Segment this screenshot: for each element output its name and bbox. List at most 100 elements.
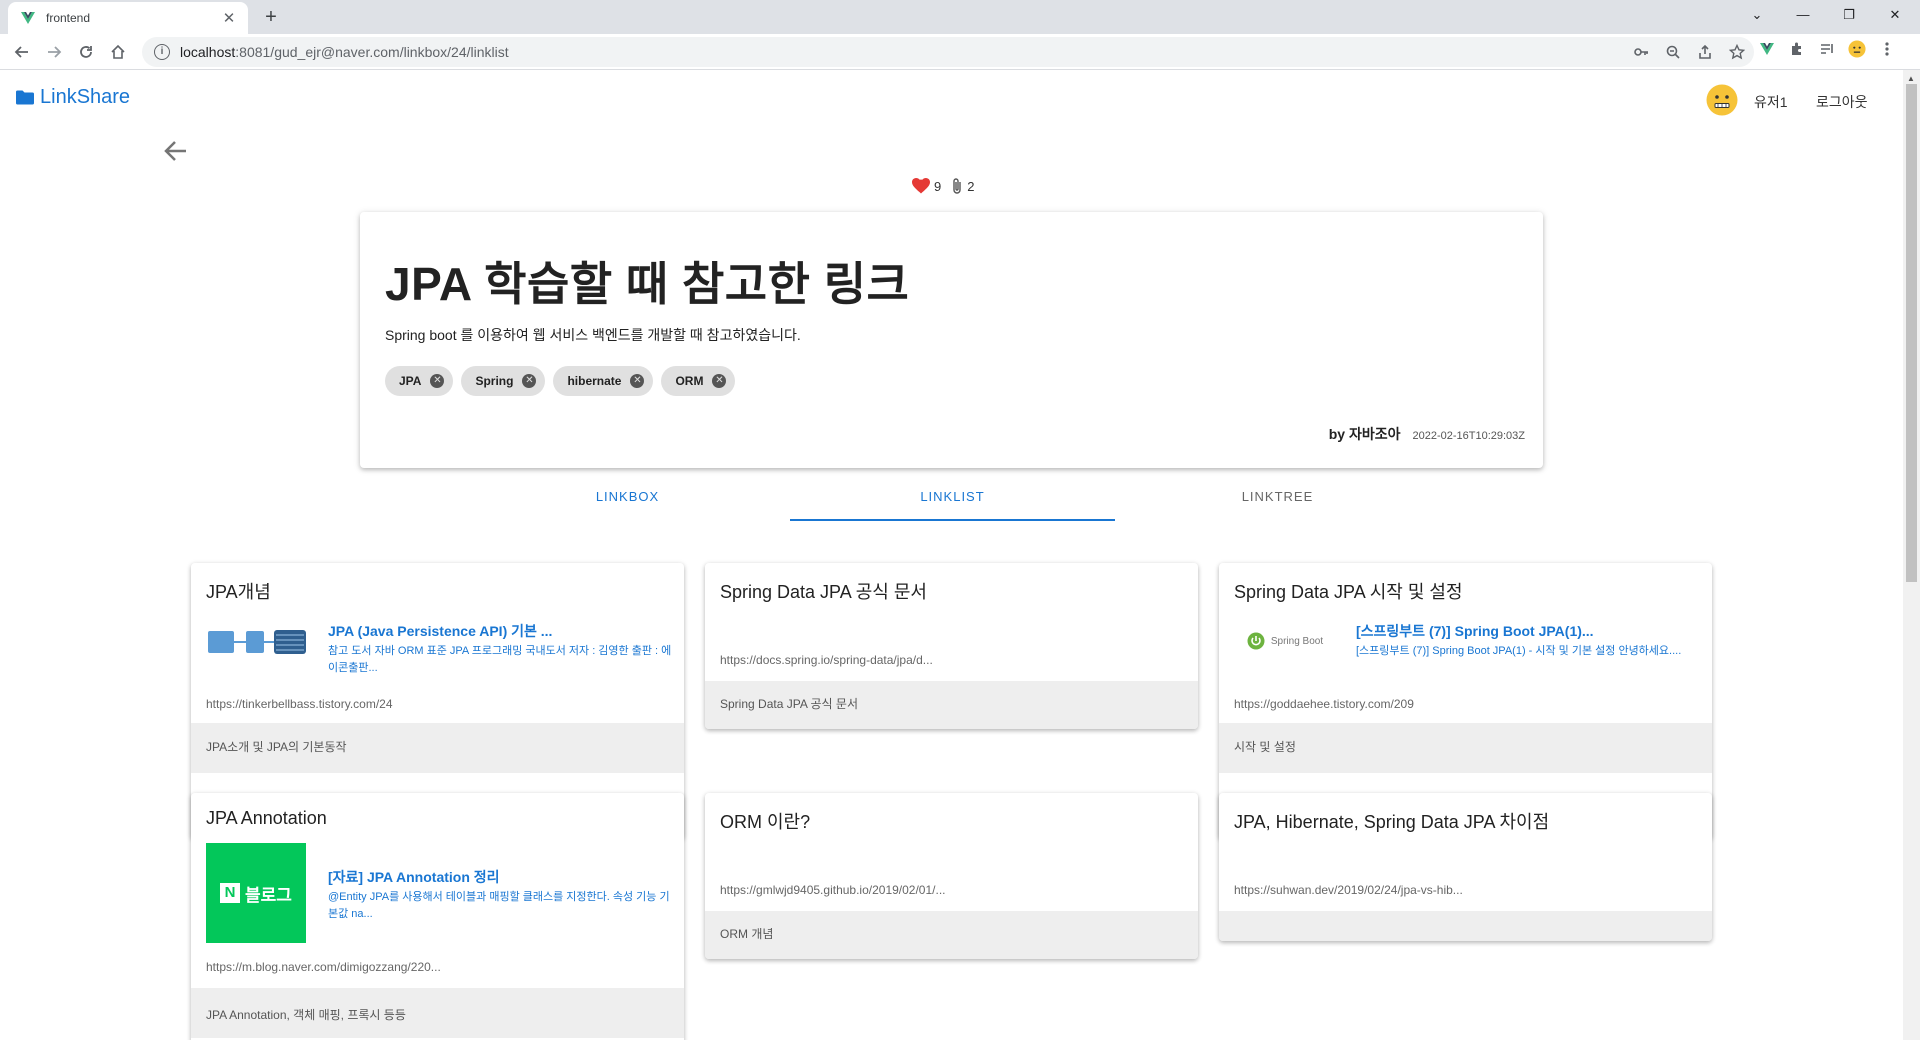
forward-nav-icon[interactable] — [42, 40, 66, 64]
vue-devtools-icon[interactable] — [1758, 40, 1776, 58]
tag-chip[interactable]: Spring ✕ — [461, 366, 546, 396]
app-logo[interactable]: LinkShare — [16, 86, 130, 109]
link-url[interactable]: https://suhwan.dev/2019/02/24/jpa-vs-hib… — [1234, 883, 1463, 897]
vue-favicon-icon — [21, 12, 35, 24]
user-name[interactable]: 유저1 — [1754, 92, 1788, 112]
browser-toolbar: i localhost:8081/gud_ejr@naver.com/linkb… — [0, 34, 1920, 70]
tag-chip[interactable]: ORM ✕ — [661, 366, 736, 396]
close-circle-icon[interactable]: ✕ — [430, 374, 445, 388]
view-tabs: LINKBOX LINKLIST LINKTREE — [465, 473, 1438, 521]
link-memo: JPA Annotation, 객체 매핑, 프록시 등등 — [191, 988, 684, 1038]
folder-icon — [16, 90, 34, 105]
restore-icon[interactable]: ❐ — [1826, 0, 1872, 30]
link-url[interactable]: https://m.blog.naver.com/dimigozzang/220… — [206, 960, 441, 974]
url-path: :8081/gud_ejr@naver.com/linkbox/24/linkl… — [235, 44, 509, 60]
linkbox-title: JPA 학습할 때 참고한 링크 — [385, 258, 910, 310]
bookmark-star-icon[interactable] — [1728, 43, 1746, 61]
preview-title: JPA (Java Persistence API) 기본 ... — [328, 623, 553, 639]
user-avatar[interactable] — [1706, 84, 1738, 116]
link-card[interactable]: JPA Annotation N 블로그 [자료] JPA Annotation… — [191, 793, 684, 1040]
like-count: 9 — [934, 178, 942, 194]
tag-chip[interactable]: JPA ✕ — [385, 366, 454, 396]
link-memo: JPA소개 및 JPA의 기본동작 — [191, 723, 684, 773]
logout-button[interactable]: 로그아웃 — [1816, 92, 1868, 112]
close-circle-icon[interactable]: ✕ — [712, 374, 727, 388]
tab-linktree[interactable]: LINKTREE — [1115, 473, 1440, 521]
link-memo: 시작 및 설정 — [1219, 723, 1712, 773]
zoom-icon[interactable] — [1664, 43, 1682, 61]
key-icon[interactable] — [1632, 43, 1650, 61]
preview-thumbnail: Spring Boot — [1234, 621, 1336, 661]
link-url[interactable]: https://tinkerbellbass.tistory.com/24 — [206, 697, 393, 711]
preview-thumbnail: N 블로그 — [206, 843, 306, 943]
page-scrollbar[interactable]: ▲ — [1903, 70, 1920, 1040]
address-bar[interactable]: i localhost:8081/gud_ejr@naver.com/linkb… — [142, 37, 1754, 67]
linkbox-stats: 9 2 — [912, 177, 984, 195]
active-tab-indicator — [790, 519, 1115, 521]
tag-label: Spring — [475, 374, 514, 388]
reading-list-icon[interactable] — [1818, 40, 1836, 58]
share-icon[interactable] — [1696, 43, 1714, 61]
url-host: localhost — [180, 44, 236, 60]
scrollbar-thumb[interactable] — [1906, 84, 1917, 582]
linkbox-description: Spring boot 를 이용하여 웹 서비스 백엔드를 개발할 때 참고하였… — [385, 327, 801, 343]
back-arrow-icon[interactable] — [160, 135, 192, 167]
linkbox-author[interactable]: by 자바조아 — [1329, 424, 1401, 444]
close-circle-icon[interactable]: ✕ — [630, 374, 645, 388]
link-title[interactable]: ORM 이란? — [720, 808, 810, 834]
tag-list: JPA ✕ Spring ✕ hibernate ✕ ORM ✕ — [385, 366, 736, 396]
close-window-icon[interactable]: ✕ — [1872, 0, 1918, 30]
home-icon[interactable] — [106, 40, 130, 64]
link-count: 2 — [967, 178, 975, 194]
linkbox-date: 2022-02-16T10:29:03Z — [1412, 430, 1525, 442]
site-info-icon[interactable]: i — [154, 44, 170, 60]
tab-title: frontend — [46, 11, 91, 25]
tab-close-icon[interactable]: ✕ — [220, 9, 238, 27]
link-url[interactable]: https://docs.spring.io/spring-data/jpa/d… — [720, 653, 933, 667]
link-memo — [1219, 911, 1712, 941]
close-circle-icon[interactable]: ✕ — [522, 374, 537, 388]
link-url[interactable]: https://gmlwjd9405.github.io/2019/02/01/… — [720, 883, 946, 897]
tag-chip[interactable]: hibernate ✕ — [553, 366, 654, 396]
thumbnail-caption: Spring Boot — [1270, 635, 1324, 647]
app-bar: LinkShare 유저1 로그아웃 — [0, 70, 1903, 134]
link-url[interactable]: https://goddaehee.tistory.com/209 — [1234, 697, 1414, 711]
spring-boot-logo-icon — [1247, 632, 1265, 650]
paperclip-icon — [953, 178, 961, 194]
link-title[interactable]: Spring Data JPA 시작 및 설정 — [1234, 578, 1463, 604]
scroll-up-arrow-icon[interactable]: ▲ — [1907, 74, 1915, 83]
link-title[interactable]: JPA, Hibernate, Spring Data JPA 차이점 — [1234, 808, 1549, 834]
link-card[interactable]: ORM 이란? https://gmlwjd9405.github.io/201… — [705, 793, 1198, 959]
app-viewport: LinkShare 유저1 로그아웃 9 2 JPA 학습할 때 참고한 링크 … — [0, 70, 1903, 1040]
back-nav-icon[interactable] — [10, 40, 34, 64]
preview-thumbnail — [206, 629, 308, 654]
browser-tab-bar: frontend ✕ + ⌄ — ❐ ✕ — [0, 0, 1920, 34]
tab-search-icon[interactable]: ⌄ — [1734, 0, 1780, 30]
naver-logo-icon: N — [220, 883, 241, 903]
linkbox-card: JPA 학습할 때 참고한 링크 Spring boot 를 이용하여 웹 서비… — [360, 212, 1543, 468]
heart-icon[interactable] — [912, 178, 930, 194]
tag-label: ORM — [675, 374, 704, 388]
linkbox-meta: by 자바조아 2022-02-16T10:29:03Z — [1329, 424, 1525, 444]
tag-label: hibernate — [567, 374, 622, 388]
link-title[interactable]: JPA Annotation — [206, 808, 327, 829]
link-card[interactable]: JPA, Hibernate, Spring Data JPA 차이점 http… — [1219, 793, 1712, 941]
preview-description: 참고 도서 자바 ORM 표준 JPA 프로그래밍 국내도서 저자 : 김영한 … — [328, 645, 672, 674]
minimize-icon[interactable]: — — [1780, 0, 1826, 30]
preview-description: @Entity JPA를 사용해서 테이블과 매핑할 클래스를 지정한다. 속성… — [328, 891, 670, 920]
link-card[interactable]: Spring Data JPA 공식 문서 https://docs.sprin… — [705, 563, 1198, 729]
tab-linklist[interactable]: LINKLIST — [790, 473, 1115, 521]
tab-linkbox[interactable]: LINKBOX — [465, 473, 790, 521]
new-tab-icon[interactable]: + — [259, 5, 283, 29]
link-title[interactable]: JPA개념 — [206, 578, 271, 604]
tag-label: JPA — [399, 374, 422, 388]
link-memo: ORM 개념 — [705, 911, 1198, 959]
browser-menu-icon[interactable] — [1878, 40, 1896, 58]
link-title[interactable]: Spring Data JPA 공식 문서 — [720, 578, 927, 604]
extensions-icon[interactable] — [1788, 40, 1806, 58]
logo-text: LinkShare — [40, 86, 131, 108]
profile-avatar-icon[interactable] — [1848, 40, 1866, 58]
preview-title: [스프링부트 (7)] Spring Boot JPA(1)... — [1356, 623, 1594, 639]
reload-icon[interactable] — [74, 40, 98, 64]
browser-tab[interactable]: frontend ✕ — [8, 2, 248, 34]
